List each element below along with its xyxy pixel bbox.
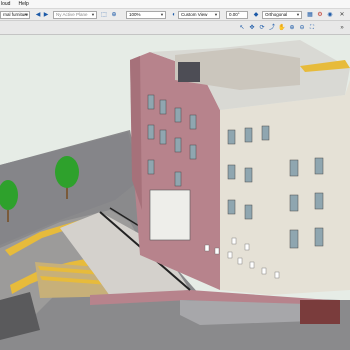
tree-trunk bbox=[7, 210, 9, 222]
view-dropdown[interactable]: Custom View ▼ bbox=[178, 11, 220, 19]
window bbox=[227, 129, 236, 145]
zoom-field[interactable]: 100% ▼ bbox=[126, 11, 166, 19]
menu-help[interactable]: Help bbox=[18, 0, 28, 9]
window bbox=[174, 171, 182, 187]
view-toolbar: rnal furniture ▼ ◀ ▶ Ny Active Plane ▼ ⬚… bbox=[0, 9, 350, 21]
menu-cloud[interactable]: loud bbox=[1, 0, 10, 9]
window bbox=[244, 204, 253, 220]
view-value: Custom View bbox=[181, 12, 208, 17]
chair bbox=[249, 261, 255, 269]
window bbox=[147, 159, 155, 175]
settings-icon[interactable]: ⚙ bbox=[316, 11, 324, 19]
window bbox=[189, 114, 197, 130]
chair bbox=[244, 243, 250, 251]
camera-icon[interactable]: ◉ bbox=[326, 11, 334, 19]
chevron-down-icon: ▼ bbox=[24, 12, 28, 17]
zoom-icon[interactable]: ⊕ bbox=[110, 11, 118, 19]
layer-icon[interactable]: ⬚ bbox=[100, 11, 108, 19]
model-render bbox=[0, 35, 350, 350]
zoom-out-icon[interactable]: ⊖ bbox=[298, 24, 306, 32]
fit-view-icon[interactable]: ⛶ bbox=[308, 24, 316, 32]
angle-field[interactable]: 0.00° bbox=[226, 11, 248, 19]
flyover-icon[interactable]: ⟳ bbox=[258, 24, 266, 32]
window bbox=[314, 227, 324, 247]
chevron-down-icon: ▼ bbox=[214, 12, 218, 17]
window bbox=[227, 164, 236, 180]
window bbox=[261, 125, 270, 141]
window bbox=[174, 107, 182, 123]
angle-value: 0.00° bbox=[229, 12, 240, 17]
zoom-in-icon[interactable]: ⊕ bbox=[288, 24, 296, 32]
layer-plane-dropdown[interactable]: Ny Active Plane ▼ bbox=[53, 11, 97, 19]
projection-dropdown[interactable]: Orthogonal ▼ bbox=[262, 11, 302, 19]
render-icon[interactable]: ◆ bbox=[252, 11, 260, 19]
close-icon[interactable]: ✕ bbox=[338, 11, 346, 19]
tree-trunk bbox=[66, 187, 68, 199]
zoom-value: 100% bbox=[129, 12, 141, 17]
class-dropdown[interactable]: rnal furniture ▼ bbox=[0, 11, 30, 19]
scroll-right-icon[interactable]: » bbox=[338, 24, 346, 32]
window bbox=[147, 94, 155, 110]
chair bbox=[227, 251, 233, 259]
chevron-down-icon: ▼ bbox=[160, 12, 164, 17]
pan-icon[interactable]: ✋ bbox=[278, 24, 286, 32]
roof-dark-band bbox=[178, 62, 200, 82]
chair bbox=[274, 271, 280, 279]
window bbox=[227, 199, 236, 215]
menu-bar: loud Help bbox=[0, 0, 350, 9]
walkthrough-icon[interactable]: ⤴ bbox=[268, 24, 276, 32]
brick-wall-right bbox=[300, 300, 340, 324]
secondary-toolbar: ↖ ✥ ⟳ ⤴ ✋ ⊕ ⊖ ⛶ » bbox=[0, 21, 350, 35]
tree-canopy bbox=[55, 156, 79, 188]
window bbox=[244, 167, 253, 183]
window bbox=[314, 157, 324, 175]
building-brick-facade bbox=[130, 52, 220, 290]
drawing-viewport[interactable] bbox=[0, 35, 350, 350]
chair bbox=[204, 244, 210, 252]
chevron-down-icon: ▼ bbox=[91, 12, 95, 17]
projection-value: Orthogonal bbox=[265, 12, 288, 17]
chair bbox=[231, 237, 237, 245]
window bbox=[244, 127, 253, 143]
chair bbox=[237, 257, 243, 265]
storefront-opening bbox=[149, 189, 191, 241]
navigation-icon[interactable]: ✥ bbox=[248, 24, 256, 32]
window bbox=[159, 99, 167, 115]
grid-icon[interactable]: ▦ bbox=[306, 11, 314, 19]
window bbox=[147, 124, 155, 140]
back-icon[interactable]: ◀ bbox=[34, 11, 42, 19]
chevron-down-icon: ▼ bbox=[296, 12, 300, 17]
chair bbox=[261, 267, 267, 275]
layer-plane-value: Ny Active Plane bbox=[56, 12, 88, 17]
window bbox=[174, 137, 182, 153]
window bbox=[159, 129, 167, 145]
forward-icon[interactable]: ▶ bbox=[42, 11, 50, 19]
selection-icon[interactable]: ↖ bbox=[238, 24, 246, 32]
window bbox=[289, 194, 299, 212]
chair bbox=[214, 247, 220, 255]
window bbox=[189, 144, 197, 160]
window bbox=[314, 192, 324, 210]
view-icon[interactable]: ◐ bbox=[170, 11, 178, 19]
window bbox=[289, 159, 299, 177]
window bbox=[289, 229, 299, 249]
